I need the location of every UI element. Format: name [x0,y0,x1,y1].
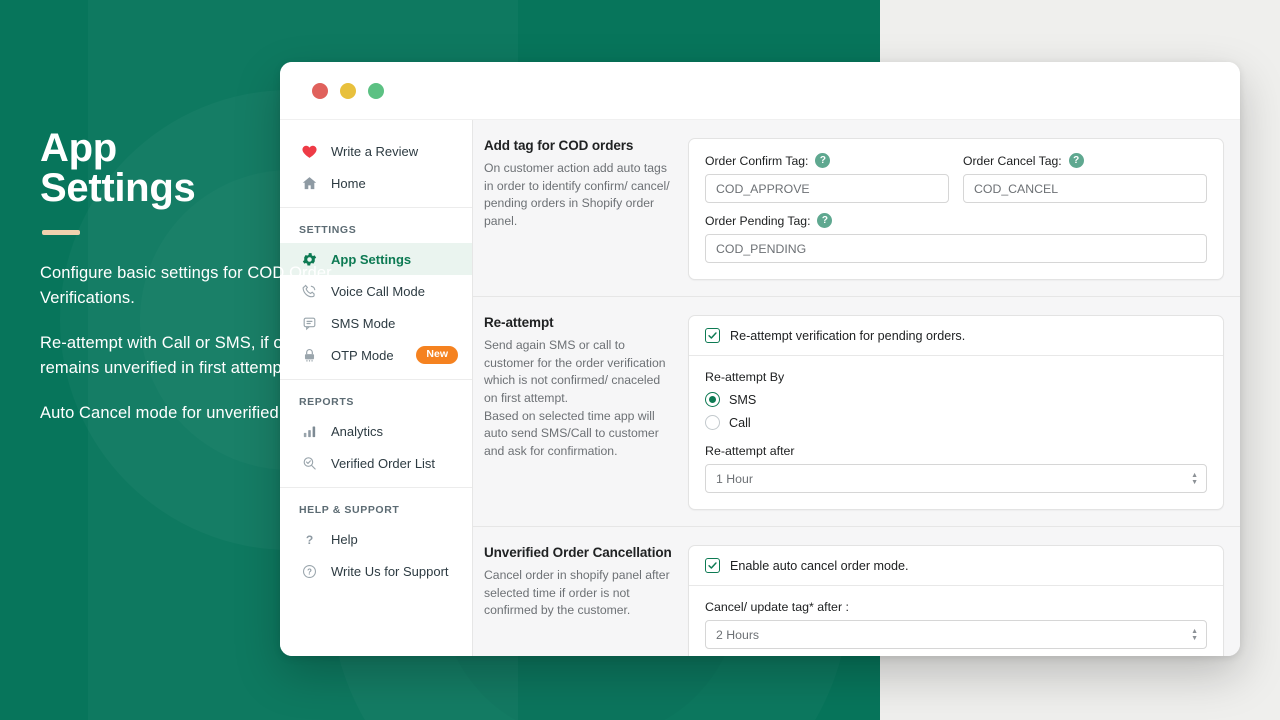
field-order-cancel-tag: Order Cancel Tag: ? [963,153,1207,203]
re-attempt-options: Re-attempt By SMS Call Re-attempt after [689,356,1223,509]
checkmark-icon [705,328,720,343]
order-cancel-tag-input[interactable] [963,174,1207,203]
sidebar-item-label: App Settings [331,251,412,267]
field-label-row: Order Pending Tag: ? [705,213,1207,228]
re-attempt-checkbox[interactable]: Re-attempt verification for pending orde… [705,328,965,343]
verified-search-icon [299,453,319,473]
promo-paragraph-2: Re-attempt with Call or SMS, if order re… [40,334,313,378]
section-title: Add tag for COD orders [484,138,634,153]
re-attempt-enable-row: Re-attempt verification for pending orde… [689,316,1223,356]
section-description-block: Unverified Order Cancellation Cancel ord… [484,545,688,656]
sidebar-item-label: Help [331,531,358,547]
re-attempt-by-label: Re-attempt By [705,370,785,384]
sidebar-item-label: Voice Call Mode [331,283,425,299]
sidebar-group-help: HELP & SUPPORT ? Help ? Write Us for Sup… [280,488,472,595]
app-window: Write a Review Home SETTINGS App Setting… [280,62,1240,656]
order-confirm-tag-label: Order Confirm Tag: [705,153,809,168]
section-unverified-order-cancellation: Unverified Order Cancellation Cancel ord… [473,527,1240,656]
promo-paragraph-1: Configure basic settings for COD Order V… [40,264,332,308]
section-title: Unverified Order Cancellation [484,545,672,560]
status-badge-new: New [416,346,458,364]
sidebar-item-label: Write Us for Support [331,563,449,579]
checkmark-icon [705,558,720,573]
promo-content: App Settings Configure basic settings fo… [40,128,340,446]
re-attempt-option-label: Call [729,415,751,430]
sidebar-item-label: Verified Order List [331,455,436,471]
cancellation-options: Cancel/ update tag* after : 2 Hours ▲ ▼ [689,586,1223,656]
re-attempt-after-select-wrap: 1 Hour ▲ ▼ [705,464,1207,493]
re-attempt-checkbox-label: Re-attempt verification for pending orde… [730,328,966,343]
chevron-down-icon: ▼ [1191,634,1198,642]
sidebar-item-label: OTP Mode [331,347,394,363]
help-icon[interactable]: ? [1068,153,1084,168]
help-icon[interactable]: ? [815,153,831,168]
tags-card: Order Confirm Tag: ? Order Cancel Tag: ? [688,138,1224,280]
stepper-arrows-icon[interactable]: ▲ ▼ [1191,471,1198,486]
section-description: Cancel order in shopify panel after sele… [484,568,670,618]
re-attempt-option-call[interactable]: Call [705,415,1207,430]
section-add-tag-for-cod-orders: Add tag for COD orders On customer actio… [473,120,1240,297]
maximize-dot-icon[interactable] [368,82,384,99]
auto-cancel-enable-row: Enable auto cancel order mode. [689,546,1223,586]
sidebar-item-help[interactable]: ? Help [280,523,472,555]
sidebar-item-label: SMS Mode [331,315,396,331]
close-dot-icon[interactable] [312,82,328,99]
chevron-up-icon: ▲ [1191,627,1198,635]
field-label-row: Order Confirm Tag: ? [705,153,949,168]
re-attempt-after-label: Re-attempt after [705,444,795,458]
order-confirm-tag-input[interactable] [705,174,949,203]
cancellation-card: Enable auto cancel order mode. Cancel/ u… [688,545,1224,656]
section-title: Re-attempt [484,315,554,330]
order-cancel-tag-label: Order Cancel Tag: [963,153,1062,168]
question-circle-icon: ? [299,561,319,581]
screenshot-root: App Settings Configure basic settings fo… [0,0,1280,720]
section-description: On customer action add auto tags in orde… [484,161,670,229]
section-description: Send again SMS or call to customer for t… [484,338,666,459]
sidebar-item-verified-order-list[interactable]: Verified Order List [280,447,472,479]
cancel-after-value: 2 Hours [716,627,760,642]
auto-cancel-checkbox[interactable]: Enable auto cancel order mode. [705,558,909,573]
re-attempt-after-select[interactable]: 1 Hour [705,464,1207,493]
sidebar-item-write-us-for-support[interactable]: ? Write Us for Support [280,555,472,587]
settings-content: Add tag for COD orders On customer actio… [473,120,1240,656]
radio-unselected-icon [705,415,720,430]
svg-text:?: ? [307,567,312,576]
chevron-up-icon: ▲ [1191,471,1198,479]
cancel-update-tag-after-label: Cancel/ update tag* after : [705,600,849,614]
sidebar-heading-help-support: HELP & SUPPORT [299,504,400,516]
section-description-block: Add tag for COD orders On customer actio… [484,138,688,280]
field-order-confirm-tag: Order Confirm Tag: ? [705,153,949,203]
help-icon[interactable]: ? [817,213,833,228]
sidebar-item-label: Write a Review [331,143,419,159]
minimize-dot-icon[interactable] [340,82,356,99]
window-titlebar [280,62,1240,120]
re-attempt-option-label: SMS [729,392,757,407]
tags-field-grid: Order Confirm Tag: ? Order Cancel Tag: ? [705,153,1207,263]
cancel-after-select[interactable]: 2 Hours [705,620,1207,649]
cancel-after-select-wrap: 2 Hours ▲ ▼ [705,620,1207,649]
re-attempt-after-value: 1 Hour [716,471,753,486]
promo-accent-rule [42,230,80,235]
field-label-row: Order Cancel Tag: ? [963,153,1207,168]
section-description-block: Re-attempt Send again SMS or call to cus… [484,315,688,510]
field-order-pending-tag: Order Pending Tag: ? [705,213,1207,263]
tags-card-body: Order Confirm Tag: ? Order Cancel Tag: ? [689,139,1223,279]
order-pending-tag-input[interactable] [705,234,1207,263]
stepper-arrows-icon[interactable]: ▲ ▼ [1191,627,1198,642]
svg-text:?: ? [305,532,312,546]
radio-selected-icon [705,392,720,407]
re-attempt-option-sms[interactable]: SMS [705,392,1207,407]
question-mark-icon: ? [299,529,319,549]
window-body: Write a Review Home SETTINGS App Setting… [280,120,1240,656]
chevron-down-icon: ▼ [1191,478,1198,486]
order-pending-tag-label: Order Pending Tag: [705,213,811,228]
promo-title: App Settings [40,126,196,210]
re-attempt-card: Re-attempt verification for pending orde… [688,315,1224,510]
promo-paragraph-3: Auto Cancel mode for unverified orders. [40,404,336,423]
auto-cancel-checkbox-label: Enable auto cancel order mode. [730,558,909,573]
section-re-attempt: Re-attempt Send again SMS or call to cus… [473,297,1240,527]
